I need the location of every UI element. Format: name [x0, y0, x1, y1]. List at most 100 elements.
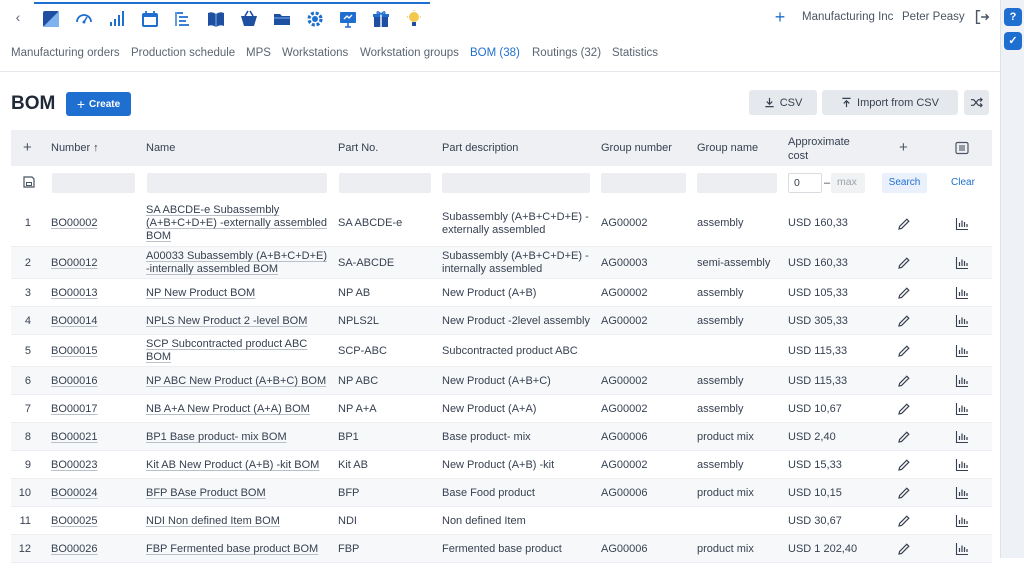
search-button[interactable]: Search: [882, 173, 927, 193]
table-row[interactable]: 5 BO00015 SCP Subcontracted product ABC BOM…: [11, 335, 992, 367]
presentation-icon[interactable]: [331, 4, 364, 34]
tab-bom[interactable]: BOM (38): [470, 47, 520, 59]
add-icon[interactable]: +: [770, 8, 790, 28]
basket-icon[interactable]: [232, 4, 265, 34]
checklist-icon[interactable]: ✓: [1004, 32, 1022, 50]
column-number[interactable]: Number ↑: [51, 142, 99, 154]
pencil-icon[interactable]: [897, 486, 911, 500]
bom-number-link[interactable]: BO00015: [51, 345, 97, 358]
column-group-name[interactable]: Group name: [697, 142, 758, 154]
table-row[interactable]: 1 BO00002 SA ABCDE-e Subassembly (A+B+C+D+E…: [11, 200, 992, 247]
tab-workstations[interactable]: Workstations: [282, 47, 348, 59]
table-row[interactable]: 3 BO00013 NP New Product BOM NP AB New Produ…: [11, 279, 992, 307]
filter-name-input[interactable]: [147, 173, 327, 193]
production-list-icon[interactable]: [166, 4, 199, 34]
help-icon[interactable]: ?: [1004, 8, 1022, 26]
tab-workstation-groups[interactable]: Workstation groups: [360, 47, 459, 59]
bom-number-link[interactable]: BO00025: [51, 515, 97, 528]
chevron-left-icon[interactable]: ‹: [10, 9, 26, 25]
bom-name-link[interactable]: NDI Non defined Item BOM: [146, 515, 280, 528]
pencil-icon[interactable]: [897, 514, 911, 528]
tab-production-schedule[interactable]: Production schedule: [131, 47, 235, 59]
bom-number-link[interactable]: BO00002: [51, 217, 97, 230]
pencil-icon[interactable]: [897, 374, 911, 388]
pencil-icon[interactable]: [897, 402, 911, 416]
columns-settings-icon[interactable]: [955, 141, 969, 155]
pencil-icon[interactable]: [897, 217, 911, 231]
statistics-icon[interactable]: [955, 458, 969, 472]
calendar-icon[interactable]: [133, 4, 166, 34]
statistics-icon[interactable]: [955, 256, 969, 270]
statistics-icon[interactable]: [955, 514, 969, 528]
gift-icon[interactable]: [364, 4, 397, 34]
bom-number-link[interactable]: BO00023: [51, 459, 97, 472]
filter-part-description-input[interactable]: [442, 173, 590, 193]
statistics-icon[interactable]: [955, 217, 969, 231]
gear-icon[interactable]: [298, 4, 331, 34]
filter-part-no-input[interactable]: [339, 173, 431, 193]
clear-button[interactable]: Clear: [951, 177, 975, 188]
pencil-icon[interactable]: [897, 458, 911, 472]
statistics-icon[interactable]: [955, 374, 969, 388]
dashboard-gauge-icon[interactable]: [67, 4, 100, 34]
pencil-icon[interactable]: [897, 344, 911, 358]
book-icon[interactable]: [199, 4, 232, 34]
pencil-icon[interactable]: [897, 542, 911, 556]
pencil-icon[interactable]: [897, 430, 911, 444]
bom-number-link[interactable]: BO00013: [51, 287, 97, 300]
statistics-icon[interactable]: [955, 314, 969, 328]
statistics-icon[interactable]: [955, 486, 969, 500]
statistics-icon[interactable]: [955, 286, 969, 300]
table-row[interactable]: 8 BO00021 BP1 Base product- mix BOM BP1 Base…: [11, 423, 992, 451]
bom-name-link[interactable]: BP1 Base product- mix BOM: [146, 431, 287, 444]
column-part-no[interactable]: Part No.: [338, 142, 378, 154]
shuffle-button[interactable]: [964, 90, 989, 115]
save-filter-icon[interactable]: [22, 175, 36, 189]
bom-name-link[interactable]: SCP Subcontracted product ABC BOM: [146, 338, 307, 364]
column-name[interactable]: Name: [146, 142, 175, 154]
pencil-icon[interactable]: [897, 286, 911, 300]
bom-name-link[interactable]: NPLS New Product 2 -level BOM: [146, 315, 307, 328]
bom-name-link[interactable]: A00033 Subassembly (A+B+C+D+E) -internall…: [146, 250, 327, 276]
table-row[interactable]: 11 BO00025 NDI Non defined Item BOM NDI Non …: [11, 507, 992, 535]
bom-number-link[interactable]: BO00012: [51, 257, 97, 270]
bom-name-link[interactable]: NP ABC New Product (A+B+C) BOM: [146, 375, 326, 388]
pencil-icon[interactable]: [897, 314, 911, 328]
filter-cost-min-input[interactable]: 0: [788, 173, 822, 193]
table-row[interactable]: 4 BO00014 NPLS New Product 2 -level BOM NPL…: [11, 307, 992, 335]
statistics-icon[interactable]: [955, 542, 969, 556]
table-row[interactable]: 2 BO00012 A00033 Subassembly (A+B+C+D+E) -i…: [11, 247, 992, 279]
bom-number-link[interactable]: BO00017: [51, 403, 97, 416]
logo-icon[interactable]: [34, 4, 67, 34]
bom-name-link[interactable]: NP New Product BOM: [146, 287, 255, 300]
user-name[interactable]: Peter Peasy: [902, 11, 965, 23]
table-row[interactable]: 9 BO00023 Kit AB New Product (A+B) -kit BO…: [11, 451, 992, 479]
tab-statistics[interactable]: Statistics: [612, 47, 658, 59]
statistics-icon[interactable]: [955, 402, 969, 416]
bom-number-link[interactable]: BO00014: [51, 315, 97, 328]
filter-group-number-input[interactable]: [601, 173, 686, 193]
bom-name-link[interactable]: FBP Fermented base product BOM: [146, 543, 318, 556]
statistics-icon[interactable]: [955, 344, 969, 358]
bom-name-link[interactable]: SA ABCDE-e Subassembly (A+B+C+D+E) -exter…: [146, 204, 327, 243]
filter-group-name-input[interactable]: [697, 173, 777, 193]
bom-number-link[interactable]: BO00026: [51, 543, 97, 556]
tab-manufacturing-orders[interactable]: Manufacturing orders: [11, 47, 120, 59]
lightbulb-icon[interactable]: [397, 4, 430, 34]
import-csv-button[interactable]: Import from CSV: [822, 90, 958, 115]
folder-icon[interactable]: [265, 4, 298, 34]
table-row[interactable]: 6 BO00016 NP ABC New Product (A+B+C) BOM NP…: [11, 367, 992, 395]
add-row-icon[interactable]: +: [23, 139, 32, 156]
csv-export-button[interactable]: CSV: [749, 90, 817, 115]
company-name[interactable]: Manufacturing Inc: [802, 11, 893, 23]
bom-number-link[interactable]: BO00021: [51, 431, 97, 444]
statistics-icon[interactable]: [955, 430, 969, 444]
tab-mps[interactable]: MPS: [246, 47, 271, 59]
column-part-description[interactable]: Part description: [442, 142, 518, 154]
column-group-number[interactable]: Group number: [601, 142, 672, 154]
create-button[interactable]: + Create: [66, 92, 131, 116]
filter-number-input[interactable]: [52, 173, 135, 193]
column-approximate-cost[interactable]: Approximate cost: [788, 135, 850, 163]
pencil-icon[interactable]: [897, 256, 911, 270]
add-column-icon[interactable]: +: [899, 139, 908, 156]
